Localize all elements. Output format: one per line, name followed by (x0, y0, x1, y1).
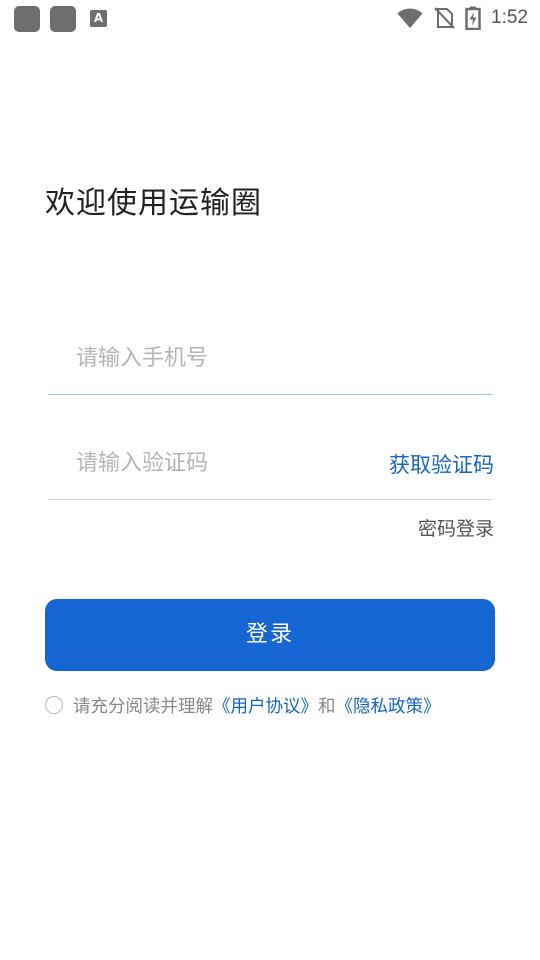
login-screen: A 1:52 欢迎使用运输圈 获取验证码 密码登录 登录 请充分阅读并 (0, 0, 540, 960)
login-button[interactable]: 登录 (45, 599, 495, 671)
agreement-prefix: 请充分阅读并理解 (73, 696, 213, 717)
no-sim-icon (434, 7, 455, 29)
agreement-row: 请充分阅读并理解 《用户协议》 和 《隐私政策》 (45, 692, 441, 718)
app-notification-icon (14, 6, 40, 32)
phone-field (48, 324, 492, 395)
get-code-button[interactable]: 获取验证码 (389, 449, 494, 479)
agreement-conjunction: 和 (318, 696, 336, 717)
a-notification-icon: A (90, 10, 107, 27)
privacy-policy-link[interactable]: 《隐私政策》 (336, 693, 441, 718)
agreement-checkbox[interactable] (45, 696, 63, 714)
clock: 1:52 (491, 7, 528, 28)
code-field: 获取验证码 (48, 429, 494, 500)
status-bar: A 1:52 (0, 0, 540, 36)
wifi-icon (397, 8, 423, 28)
app-notification-icon (50, 6, 76, 32)
user-agreement-link[interactable]: 《用户协议》 (213, 693, 318, 718)
page-title: 欢迎使用运输圈 (45, 186, 262, 221)
verification-code-input[interactable] (76, 443, 376, 483)
status-icons: 1:52 (397, 5, 528, 31)
password-login-link[interactable]: 密码登录 (418, 514, 494, 541)
phone-input[interactable] (76, 338, 376, 378)
battery-charging-icon (465, 6, 481, 30)
